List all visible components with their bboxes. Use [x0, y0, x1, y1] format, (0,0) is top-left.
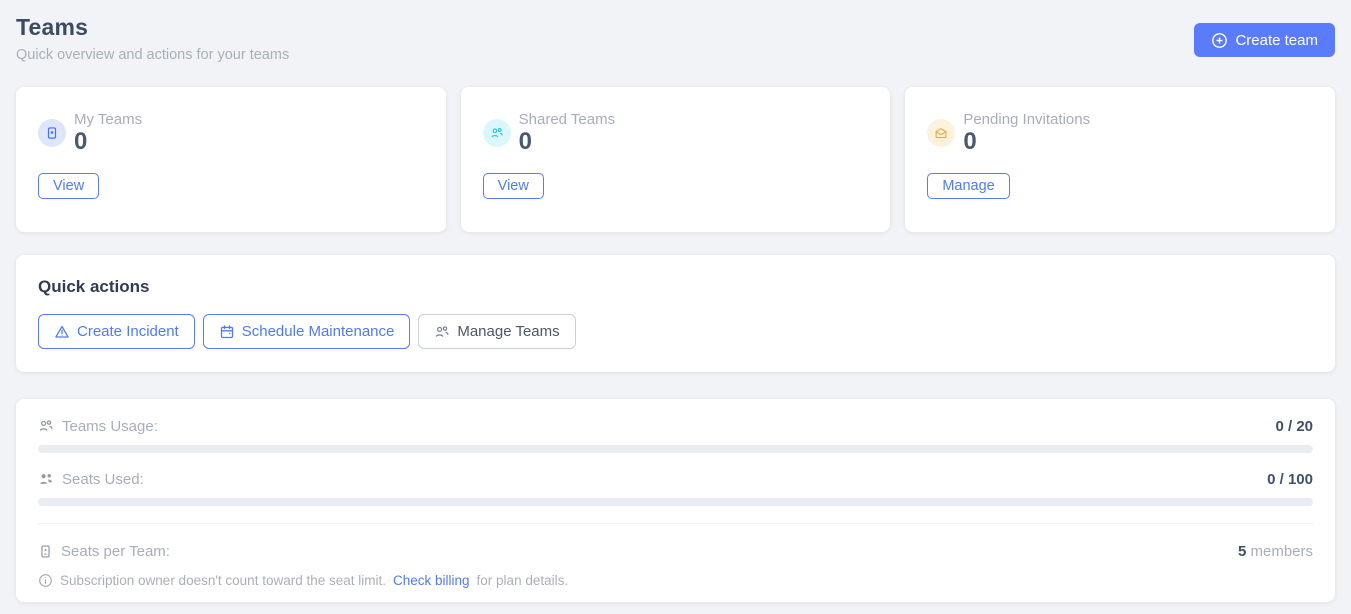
info-icon [38, 573, 53, 588]
stat-value: 0 [963, 130, 1090, 154]
create-incident-button[interactable]: Create Incident [38, 314, 195, 349]
users-icon [483, 119, 511, 147]
stats-cards-row: My Teams 0 View Shared Teams [16, 87, 1335, 232]
teams-usage-label: Teams Usage: [62, 418, 158, 435]
check-billing-link[interactable]: Check billing [393, 573, 470, 588]
teams-usage-progressbar [38, 445, 1313, 453]
plus-circle-icon [1211, 32, 1228, 49]
users-outline-icon [38, 418, 54, 434]
warning-icon [54, 324, 70, 340]
quick-actions-title: Quick actions [38, 277, 1313, 297]
manage-teams-label: Manage Teams [457, 323, 559, 340]
stat-value: 0 [519, 130, 615, 154]
id-badge-icon [38, 119, 66, 147]
shared-teams-card: Shared Teams 0 View [461, 87, 891, 232]
seats-per-team-number: 5 [1238, 543, 1246, 560]
stat-label: My Teams [74, 111, 142, 128]
schedule-maintenance-label: Schedule Maintenance [242, 323, 395, 340]
id-badge-icon [38, 544, 53, 559]
shared-teams-view-button[interactable]: View [483, 173, 544, 199]
usage-panel: Teams Usage: 0 / 20 Seats Used: 0 / 100 [16, 399, 1335, 602]
create-incident-label: Create Incident [77, 323, 179, 340]
calendar-icon [219, 324, 235, 340]
schedule-maintenance-button[interactable]: Schedule Maintenance [203, 314, 411, 349]
teams-usage-row: Teams Usage: 0 / 20 [38, 417, 1313, 435]
pending-invitations-manage-button[interactable]: Manage [927, 173, 1009, 199]
users-filled-icon [38, 471, 54, 487]
seats-per-team-label: Seats per Team: [61, 543, 170, 560]
page-header-text: Teams Quick overview and actions for you… [16, 14, 289, 63]
seat-limit-note: Subscription owner doesn't count toward … [38, 573, 1313, 588]
seats-used-value: 0 / 100 [1267, 471, 1313, 488]
usage-divider [38, 523, 1313, 524]
seats-per-team-unit: members [1250, 543, 1313, 560]
users-icon [434, 324, 450, 340]
note-prefix: Subscription owner doesn't count toward … [60, 573, 386, 588]
seats-used-progressbar [38, 498, 1313, 506]
my-teams-card: My Teams 0 View [16, 87, 446, 232]
stat-value: 0 [74, 130, 142, 154]
teams-page: Teams Quick overview and actions for you… [0, 0, 1351, 602]
seats-per-team-value: 5 members [1238, 543, 1313, 560]
pending-invitations-card: Pending Invitations 0 Manage [905, 87, 1335, 232]
seats-per-team-row: Seats per Team: 5 members [38, 542, 1313, 560]
mail-open-icon [927, 119, 955, 147]
stat-label: Shared Teams [519, 111, 615, 128]
my-teams-view-button[interactable]: View [38, 173, 99, 199]
page-subtitle: Quick overview and actions for your team… [16, 47, 289, 63]
create-team-button[interactable]: Create team [1194, 23, 1335, 57]
page-title: Teams [16, 14, 289, 41]
page-header: Teams Quick overview and actions for you… [16, 14, 1335, 63]
quick-actions-panel: Quick actions Create Incident [16, 255, 1335, 372]
seats-used-label: Seats Used: [62, 471, 144, 488]
note-suffix: for plan details. [477, 573, 569, 588]
stat-label: Pending Invitations [963, 111, 1090, 128]
manage-teams-button[interactable]: Manage Teams [418, 314, 575, 349]
teams-usage-value: 0 / 20 [1275, 418, 1313, 435]
seats-used-row: Seats Used: 0 / 100 [38, 470, 1313, 488]
create-team-label: Create team [1235, 32, 1318, 49]
